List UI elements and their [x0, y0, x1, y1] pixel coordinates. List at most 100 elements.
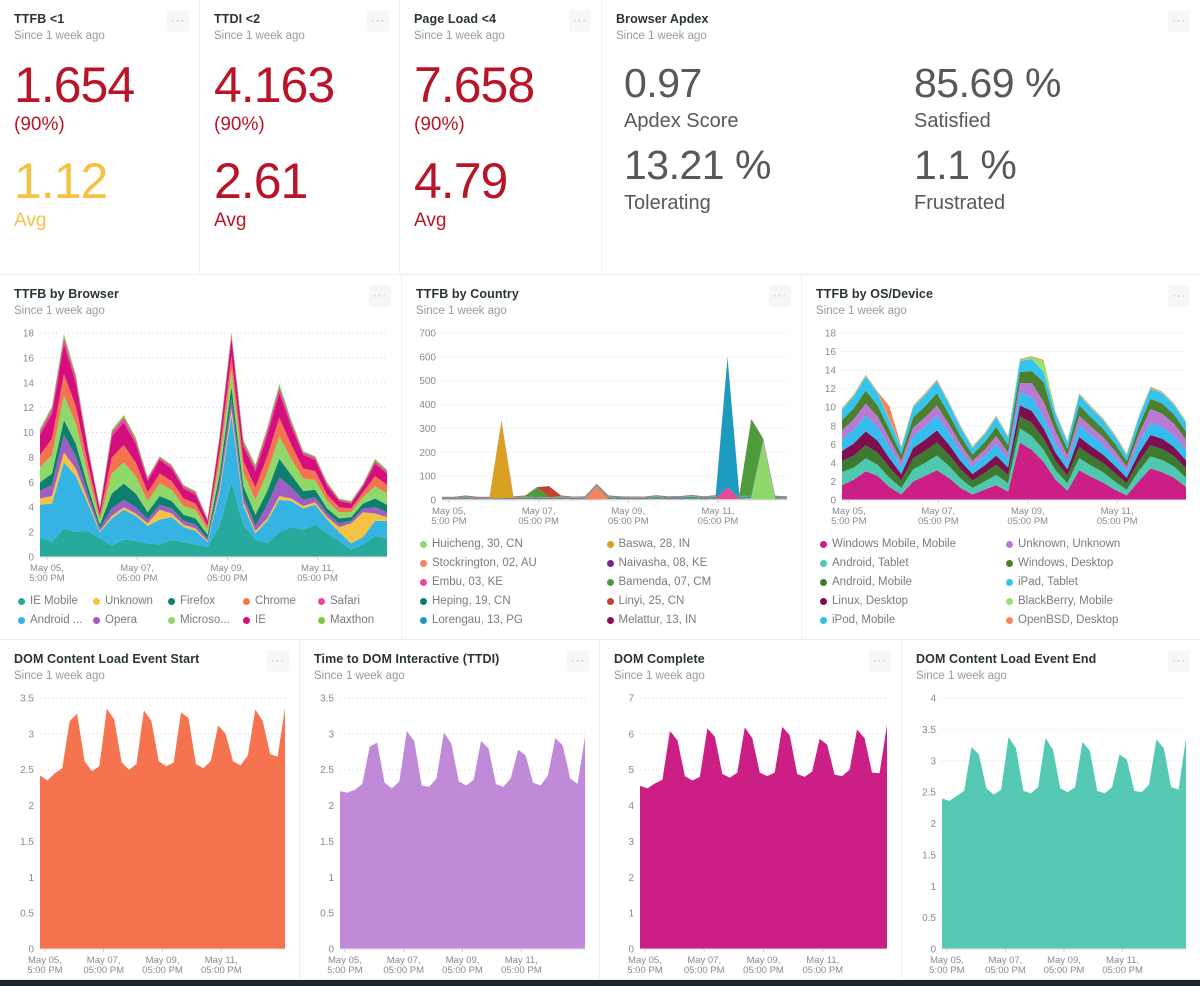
legend-color-swatch — [18, 598, 25, 605]
y-axis-tick-label: 10 — [23, 428, 35, 439]
legend-item[interactable]: Windows Mobile, Mobile — [820, 536, 1000, 553]
legend-label: Firefox — [180, 595, 216, 607]
legend-item[interactable]: Android, Mobile — [820, 574, 1000, 591]
panel-menu-button[interactable]: ··· — [1168, 285, 1190, 307]
panel-subtitle: Since 1 week ago — [414, 30, 505, 42]
panel-menu-button[interactable]: ··· — [1168, 10, 1190, 32]
billboard-secondary: 4.79 Avg — [414, 154, 587, 234]
chart-area[interactable]: 0 0.5 1 1.5 2 2.5 3 3.5 May 05, 5:00 PM May 07, 05:… — [0, 684, 299, 979]
y-axis-tick-label: 12 — [23, 403, 35, 414]
panel-menu-button[interactable]: ··· — [367, 10, 389, 32]
apdex-metric-value: 1.1 % — [914, 142, 1017, 188]
legend-color-swatch — [1006, 617, 1013, 624]
legend-item[interactable]: Bamenda, 07, CM — [606, 574, 788, 591]
legend-item[interactable]: OpenBSD, Desktop — [1006, 612, 1186, 629]
y-axis-tick-label: 1.5 — [922, 850, 936, 861]
legend-item[interactable]: Lorengau, 13, PG — [420, 612, 601, 629]
chart-area[interactable]: 0 1 2 3 4 5 6 7 May 05, 5:00 PM May 07, 05:00 PM May… — [600, 684, 901, 979]
x-axis-tick-label: 05:00 PM — [743, 965, 784, 976]
legend-color-swatch — [318, 617, 325, 624]
legend-color-swatch — [606, 598, 614, 605]
legend-item[interactable]: Android, Tablet — [820, 555, 1000, 572]
legend-item[interactable]: Melattur, 13, IN — [606, 612, 788, 629]
legend-item[interactable]: Naivasha, 08, KE — [606, 555, 788, 572]
legend-item[interactable]: iPod, Mobile — [820, 612, 1000, 629]
legend-label: Stockrington, 02, AU — [432, 557, 537, 569]
x-axis-tick-label: 05:00 PM — [684, 965, 725, 976]
x-axis-tick-label: 5:00 PM — [627, 965, 662, 976]
legend-item[interactable]: Android ... — [18, 612, 87, 629]
chart-area[interactable]: 0 2 4 6 8 10 12 14 16 18 May 05, 5:00 PM May 07, 05:0… — [0, 319, 401, 587]
billboard-primary-label: (90%) — [14, 114, 65, 135]
legend-item[interactable]: Huicheng, 30, CN — [420, 536, 601, 553]
legend-item[interactable]: Heping, 19, CN — [420, 593, 601, 610]
panel-menu-button[interactable]: ··· — [1168, 650, 1190, 672]
apdex-metric-label: Tolerating — [624, 192, 711, 214]
y-axis-tick-label: 0 — [28, 945, 34, 956]
legend-item[interactable]: Windows, Desktop — [1006, 555, 1186, 572]
chart-area[interactable]: 0 100 200 300 400 500 600 700 May 05, 5:00 PM May … — [402, 319, 801, 530]
legend-item[interactable]: Microso... — [168, 612, 237, 629]
y-axis-tick-label: 0 — [430, 496, 436, 507]
legend-item[interactable]: BlackBerry, Mobile — [1006, 593, 1186, 610]
legend-item[interactable]: Chrome — [243, 593, 312, 610]
legend-item[interactable]: Safari — [318, 593, 387, 610]
chart-svg: 00.511.522.533.54May 05,5:00 PMMay 07,05… — [922, 694, 1186, 976]
panel-browser-apdex: Browser Apdex Since 1 week ago ··· 0.97 … — [602, 0, 1200, 275]
y-axis-tick-label: 0.5 — [922, 913, 936, 924]
legend-item[interactable]: Linux, Desktop — [820, 593, 1000, 610]
y-axis-tick-label: 12 — [825, 384, 837, 395]
panel-subtitle: Since 1 week ago — [14, 305, 105, 317]
breakdown-row: TTFB by Browser Since 1 week ago ··· 0 2 4… — [0, 275, 1200, 640]
panel-header: Browser Apdex Since 1 week ago ··· — [602, 0, 1200, 44]
legend-item[interactable]: Baswa, 28, IN — [606, 536, 788, 553]
legend-item[interactable]: Unknown — [93, 593, 162, 610]
y-axis-tick-label: 100 — [419, 472, 436, 483]
panel-menu-button[interactable]: ··· — [167, 10, 189, 32]
panel-menu-button[interactable]: ··· — [569, 10, 591, 32]
legend-label: IE Mobile — [30, 595, 78, 607]
panel-ttdi: TTDI <2 Since 1 week ago ··· 4.163 (90%)… — [200, 0, 400, 275]
legend-label: Android, Tablet — [832, 557, 909, 569]
y-axis-tick-label: 2.5 — [320, 765, 334, 776]
y-axis-tick-label: 16 — [23, 353, 35, 364]
legend-item[interactable]: Firefox — [168, 593, 237, 610]
panel-dom-complete: DOM Complete Since 1 week ago ··· 0 1 2 3 4 5… — [600, 640, 902, 980]
chart-area[interactable]: 0 2 4 6 8 10 12 14 16 18 May 05, 5:00 PM May 07, 05:0… — [802, 319, 1200, 530]
panel-menu-button[interactable]: ··· — [267, 650, 289, 672]
y-axis-tick-label: 3.5 — [320, 694, 334, 705]
legend-item[interactable]: Opera — [93, 612, 162, 629]
panel-title: Browser Apdex — [616, 12, 709, 26]
chart-area[interactable]: 0 0.5 1 1.5 2 2.5 3 3.5 May 05, 5:00 PM May 07, 05:… — [300, 684, 599, 979]
panel-menu-button[interactable]: ··· — [869, 650, 891, 672]
legend-item[interactable]: Embu, 03, KE — [420, 574, 601, 591]
x-axis-tick-label: 5:00 PM — [431, 516, 466, 527]
billboard-primary: 7.658 (90%) — [414, 58, 587, 138]
y-axis-tick-label: 2 — [830, 477, 836, 488]
legend-item[interactable]: Maxthon — [318, 612, 387, 629]
chart-area[interactable]: 0 0.5 1 1.5 2 2.5 3 3.5 4 May 05, 5:00 PM May 07, 05… — [902, 684, 1200, 979]
y-axis-tick-label: 1 — [628, 909, 634, 920]
legend-item[interactable]: Linyi, 25, CN — [606, 593, 788, 610]
x-axis-tick-label: 05:00 PM — [297, 573, 338, 584]
panel-menu-button[interactable]: ··· — [369, 285, 391, 307]
legend-item[interactable]: iPad, Tablet — [1006, 574, 1186, 591]
legend-color-swatch — [1006, 598, 1013, 605]
legend-color-swatch — [606, 560, 614, 567]
y-axis-tick-label: 4 — [930, 694, 936, 705]
panel-title: TTFB <1 — [14, 12, 65, 26]
legend-item[interactable]: Stockrington, 02, AU — [420, 555, 601, 572]
panel-menu-button[interactable]: ··· — [567, 650, 589, 672]
legend-item[interactable]: IE Mobile — [18, 593, 87, 610]
panel-title: Time to DOM Interactive (TTDI) — [314, 652, 500, 666]
billboard-body: 4.163 (90%) 2.61 Avg — [200, 44, 399, 274]
legend-item[interactable]: Unknown, Unknown — [1006, 536, 1186, 553]
legend-color-swatch — [420, 579, 427, 586]
panel-menu-button[interactable]: ··· — [769, 285, 791, 307]
legend-color-swatch — [168, 598, 175, 605]
legend-item[interactable]: IE — [243, 612, 312, 629]
legend-label: Naivasha, 08, KE — [618, 557, 708, 569]
y-axis-tick-label: 2.5 — [20, 765, 34, 776]
panel-header: TTFB by Country Since 1 week ago ··· — [402, 275, 801, 319]
panel-ttfb: TTFB <1 Since 1 week ago ··· 1.654 (90%)… — [0, 0, 200, 275]
